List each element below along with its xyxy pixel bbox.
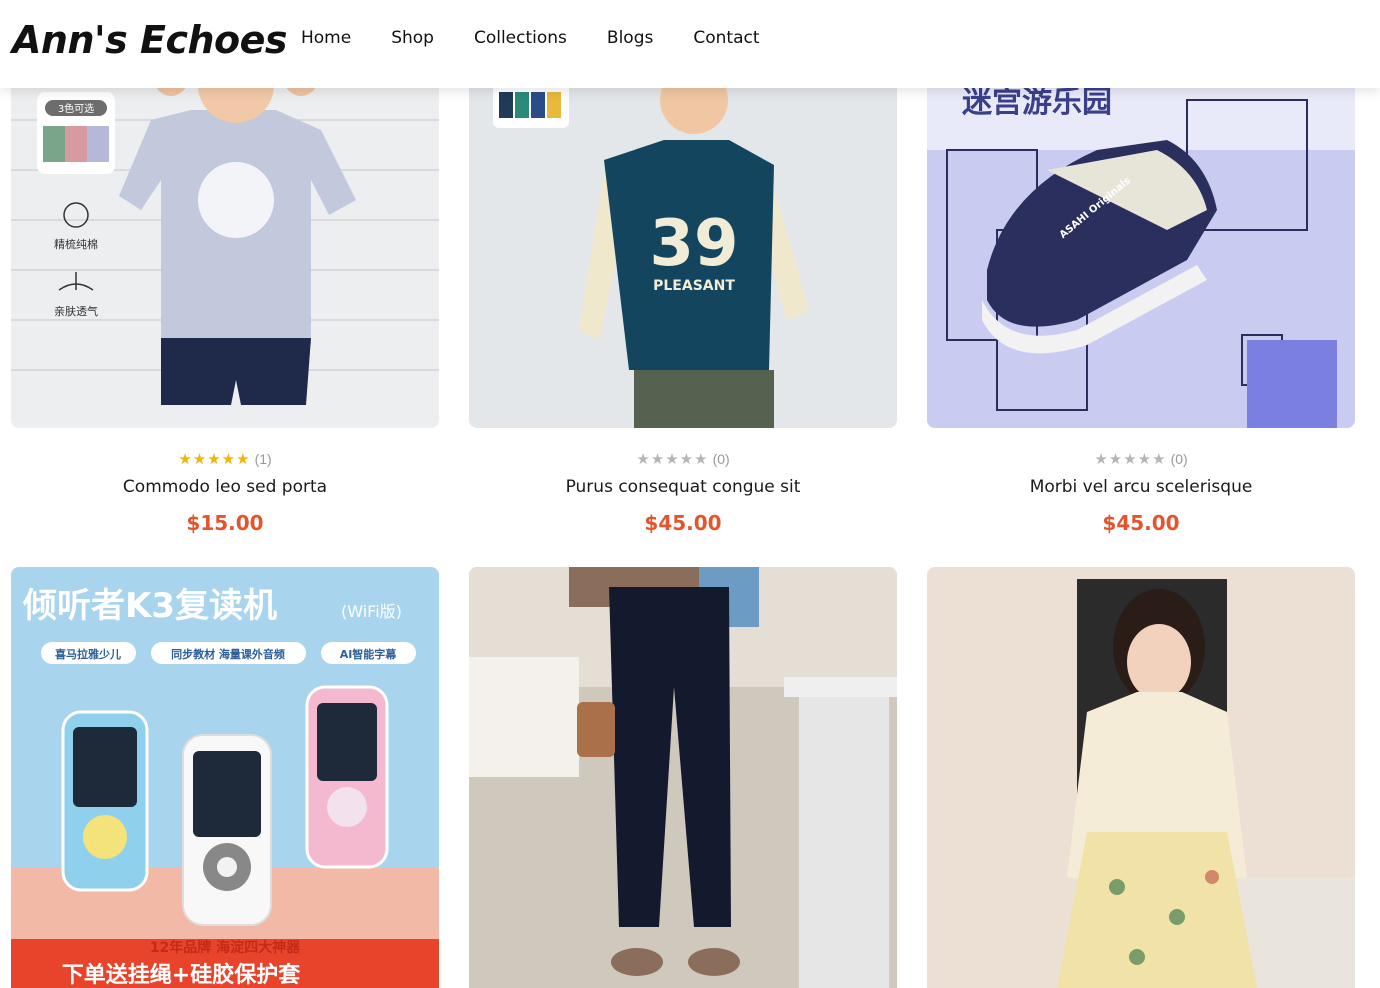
nav-item-shop[interactable]: Shop	[391, 28, 434, 48]
banner-text: 迷宫游乐园	[962, 85, 1112, 120]
rating-count: (0)	[712, 451, 730, 467]
site-header: Ann's Echoes Home Shop Collections Blogs…	[0, 0, 1380, 88]
product-photo-blouse-skirt	[927, 567, 1355, 988]
rating-stars: ★★★★★	[636, 451, 709, 468]
feature-text-1: 精梳纯棉	[54, 237, 98, 251]
main-nav: Home Shop Collections Blogs Contact	[301, 28, 800, 48]
product-name[interactable]: Purus consequat congue sit	[469, 477, 897, 497]
promo-tag-1: 喜马拉雅少儿	[55, 647, 121, 661]
product-photo-black-trousers	[469, 567, 897, 988]
product-photo-reading-device: 倾听者K3复读机 (WiFi版) 喜马拉雅少儿 同步教材 海量课外音频 AI智能…	[11, 567, 439, 988]
shirt-number: 39	[649, 207, 738, 281]
nav-item-contact[interactable]: Contact	[693, 28, 759, 48]
nav-item-blogs[interactable]: Blogs	[607, 28, 653, 48]
promo-bottom-1: 12年品牌 海淀四大神器	[150, 939, 301, 956]
feature-text-2: 亲肤透气	[54, 304, 98, 318]
promo-tag-3: AI智能字幕	[340, 647, 398, 661]
product-grid: 3色可选 精梳纯棉 亲肤透气 ★★★★★ (1) Commodo leo sed…	[0, 0, 1380, 988]
rating-stars: ★★★★★	[178, 451, 251, 468]
shirt-word: PLEASANT	[653, 278, 735, 294]
product-rating: ★★★★★ (0)	[927, 450, 1355, 468]
rating-count: (1)	[254, 451, 272, 467]
product-image[interactable]	[469, 567, 897, 988]
product-rating: ★★★★★ (0)	[469, 450, 897, 468]
product-price: $15.00	[186, 511, 264, 535]
product-image[interactable]	[927, 567, 1355, 988]
nav-item-collections[interactable]: Collections	[474, 28, 567, 48]
badge-text: 3色可选	[58, 102, 94, 115]
rating-count: (0)	[1170, 451, 1188, 467]
product-price: $45.00	[644, 511, 722, 535]
promo-bottom-2: 下单送挂绳+硅胶保护套	[62, 962, 300, 988]
nav-item-home[interactable]: Home	[301, 28, 351, 48]
promo-title: 倾听者K3复读机	[22, 586, 277, 626]
product-name[interactable]: Morbi vel arcu scelerisque	[927, 477, 1355, 497]
product-name[interactable]: Commodo leo sed porta	[11, 477, 439, 497]
promo-tag-2: 同步教材 海量课外音频	[171, 647, 285, 661]
product-image[interactable]: 倾听者K3复读机 (WiFi版) 喜马拉雅少儿 同步教材 海量课外音频 AI智能…	[11, 567, 439, 988]
product-price: $45.00	[1102, 511, 1180, 535]
rating-stars: ★★★★★	[1094, 451, 1167, 468]
product-rating: ★★★★★ (1)	[11, 450, 439, 468]
site-logo[interactable]: Ann's Echoes	[12, 18, 288, 62]
promo-title-suffix: (WiFi版)	[341, 602, 402, 621]
